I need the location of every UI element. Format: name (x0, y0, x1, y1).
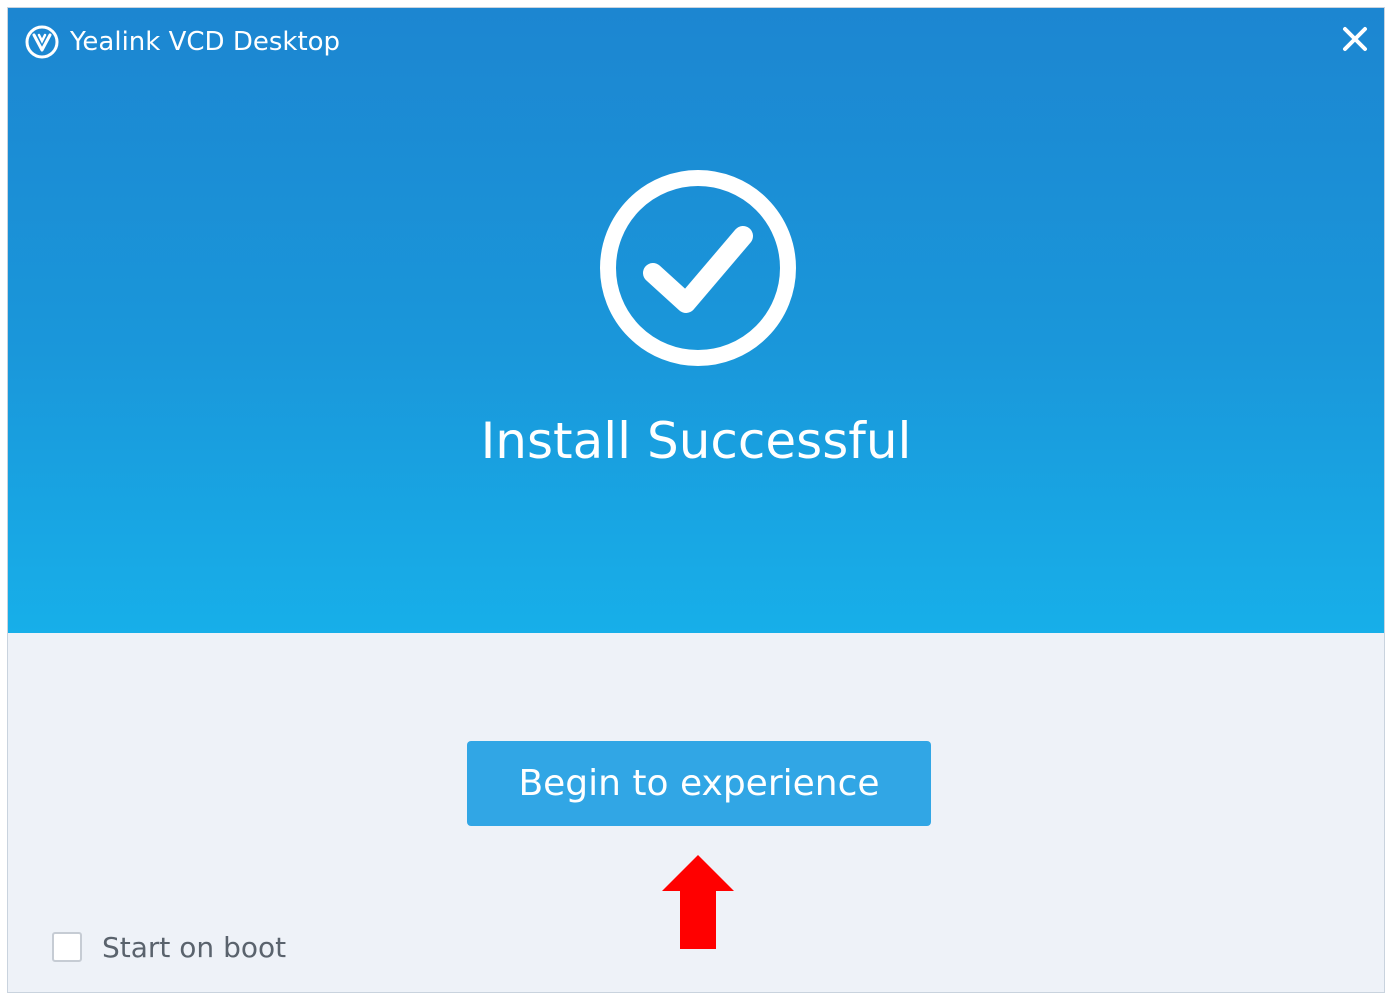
start-on-boot-option[interactable]: Start on boot (52, 929, 286, 965)
close-icon[interactable] (1338, 22, 1372, 56)
start-on-boot-label: Start on boot (102, 930, 287, 964)
installer-window: Yealink VCD Desktop Install Successful B… (7, 7, 1385, 993)
footer-panel: Begin to experience Start on boot (8, 633, 1384, 992)
begin-to-experience-button[interactable]: Begin to experience (467, 741, 931, 826)
yealink-logo-icon (25, 25, 59, 59)
check-circle-icon (600, 170, 796, 366)
title-bar: Yealink VCD Desktop (8, 8, 1384, 74)
red-arrow-up-icon (662, 855, 734, 949)
start-on-boot-checkbox[interactable] (52, 932, 82, 962)
window-title: Yealink VCD Desktop (70, 27, 341, 57)
hero-panel: Yealink VCD Desktop Install Successful (8, 8, 1384, 633)
install-status-message: Install Successful (480, 412, 912, 470)
